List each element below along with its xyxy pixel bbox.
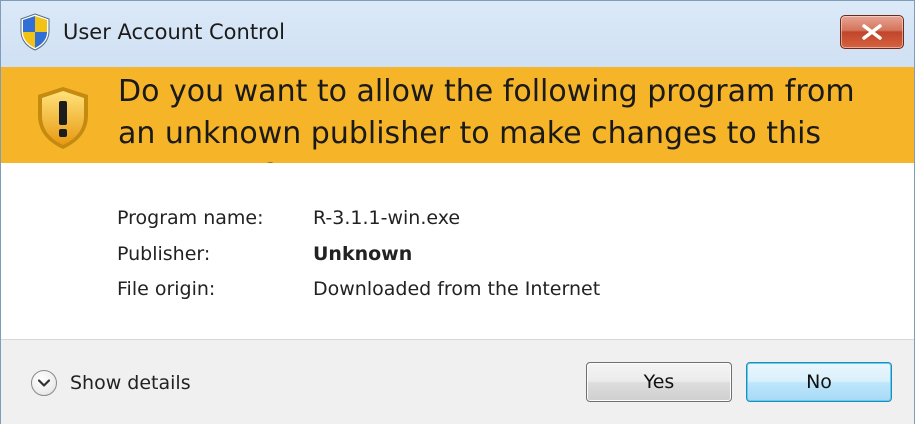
dialog-footer: Show details Yes No (1, 340, 914, 424)
program-name-row: Program name: R-3.1.1-win.exe (117, 203, 460, 233)
yes-button[interactable]: Yes (586, 362, 732, 402)
publisher-value: Unknown (313, 243, 413, 265)
show-details-label[interactable]: Show details (70, 372, 191, 394)
warning-shield-icon (35, 85, 91, 151)
chevron-down-icon[interactable] (31, 370, 57, 396)
no-button[interactable]: No (746, 362, 892, 402)
window-title: User Account Control (63, 20, 285, 44)
title-bar: User Account Control (1, 1, 914, 67)
show-details-toggle[interactable]: Show details (31, 367, 191, 399)
file-origin-label: File origin: (117, 278, 216, 300)
warning-banner: Do you want to allow the following progr… (1, 67, 914, 193)
program-name-label: Program name: (117, 207, 264, 229)
program-name-value: R-3.1.1-win.exe (313, 207, 461, 229)
program-details: Program name: R-3.1.1-win.exe Publisher: U… (1, 163, 914, 340)
publisher-row: Publisher: Unknown (117, 239, 412, 269)
close-button[interactable] (840, 15, 904, 49)
uac-shield-icon (19, 13, 51, 51)
close-icon (862, 24, 882, 40)
uac-dialog: User Account Control Do you want to allo… (0, 0, 915, 424)
file-origin-value: Downloaded from the Internet (313, 278, 601, 300)
publisher-label: Publisher: (117, 243, 211, 265)
file-origin-row: File origin: Downloaded from the Internet (117, 274, 600, 304)
